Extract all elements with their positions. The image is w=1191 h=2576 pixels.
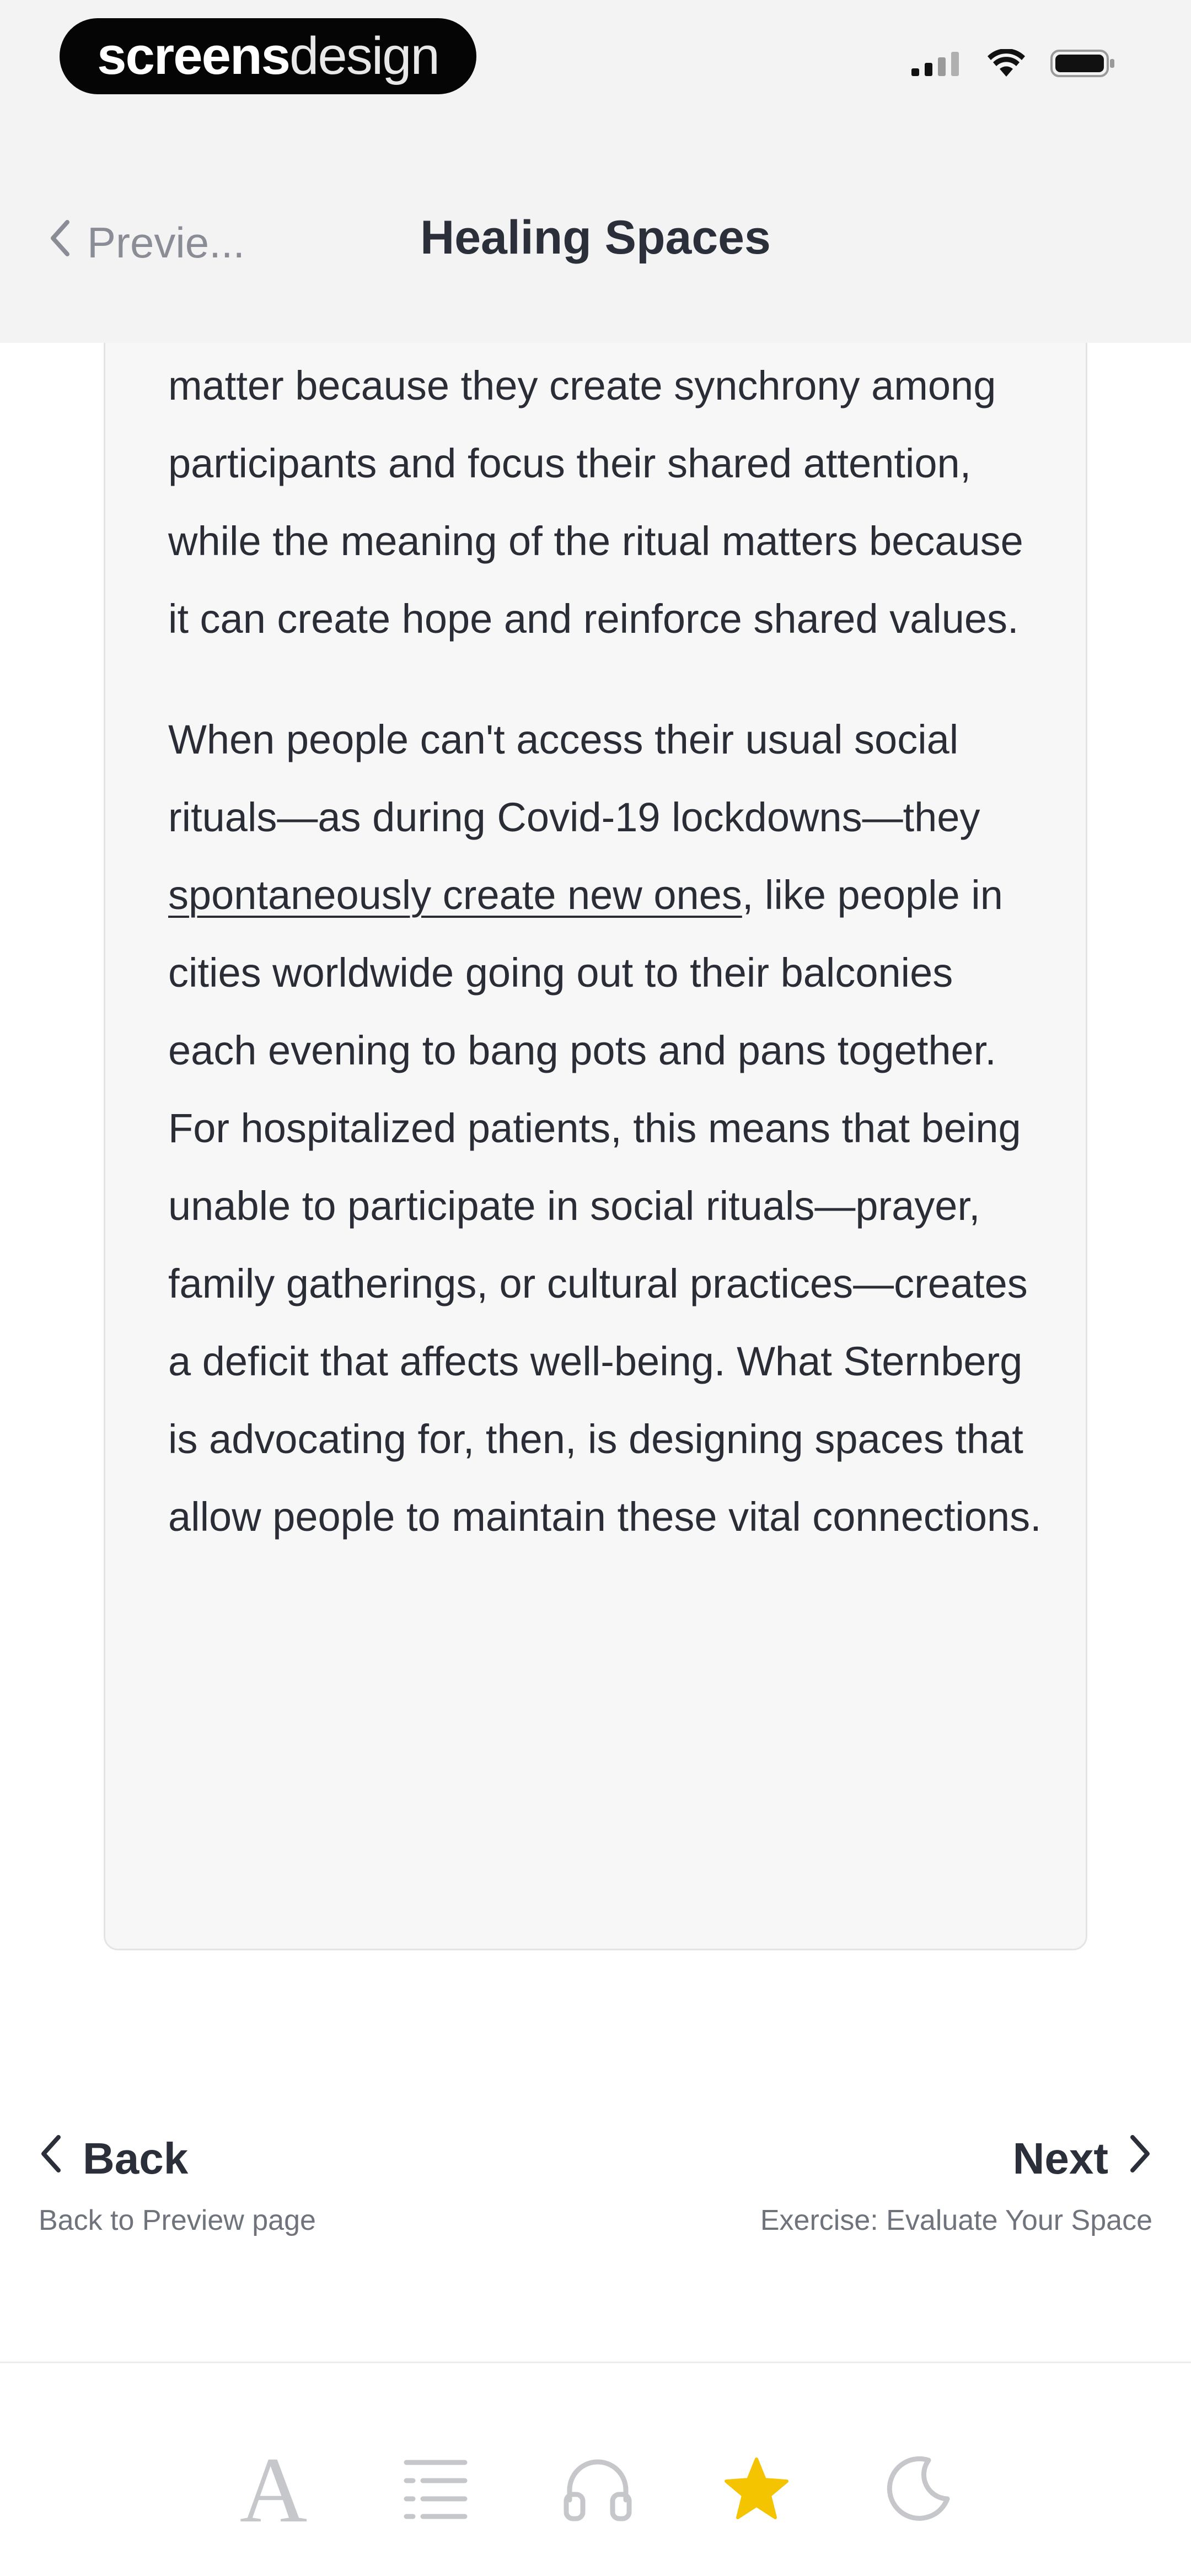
favorite-button[interactable]: [712, 2446, 801, 2534]
table-of-contents-icon: [400, 2456, 471, 2525]
status-bar-icons: [911, 48, 1117, 81]
audio-button[interactable]: [554, 2446, 642, 2534]
cellular-signal-icon: [911, 51, 962, 79]
wifi-icon: [986, 48, 1026, 80]
article-card: experiences. The actions involved in a r…: [104, 276, 1087, 1950]
next-subtitle: Exercise: Evaluate Your Space: [760, 2204, 1152, 2236]
paragraph-text: When people can't access their usual soc…: [168, 717, 980, 840]
watermark-light-text: design: [289, 26, 440, 85]
back-label: Back: [83, 2134, 189, 2183]
back-link[interactable]: Back Back to Preview page: [39, 2133, 316, 2237]
chevron-right-icon: [1128, 2133, 1152, 2184]
moon-icon: [886, 2456, 952, 2525]
chevron-left-icon: [39, 2133, 63, 2184]
spontaneously-create-link[interactable]: spontaneously create new ones: [168, 872, 742, 918]
battery-icon: [1050, 49, 1117, 81]
top-bar: screens design Previe... Healing Spaces: [0, 0, 1191, 343]
article-body: experiences. The actions involved in a r…: [168, 285, 1045, 1599]
night-mode-button[interactable]: [875, 2446, 963, 2534]
watermark-bold-text: screens: [97, 26, 291, 85]
next-link[interactable]: Next Exercise: Evaluate Your Space: [760, 2133, 1152, 2237]
table-of-contents-button[interactable]: [391, 2446, 480, 2534]
font-size-button[interactable]: A: [229, 2438, 318, 2542]
font-size-icon: A: [239, 2438, 308, 2542]
star-icon: [723, 2457, 790, 2524]
paragraph-text: , like people in cities worldwide going …: [168, 872, 1042, 1540]
article-paragraph: When people can't access their usual soc…: [168, 701, 1045, 1556]
headphones-icon: [562, 2456, 634, 2525]
bottom-toolbar: A: [0, 2362, 1191, 2576]
next-label: Next: [1012, 2134, 1108, 2183]
screensdesign-watermark: screens design: [60, 18, 476, 94]
page-title: Healing Spaces: [420, 211, 771, 264]
back-subtitle: Back to Preview page: [39, 2204, 316, 2236]
